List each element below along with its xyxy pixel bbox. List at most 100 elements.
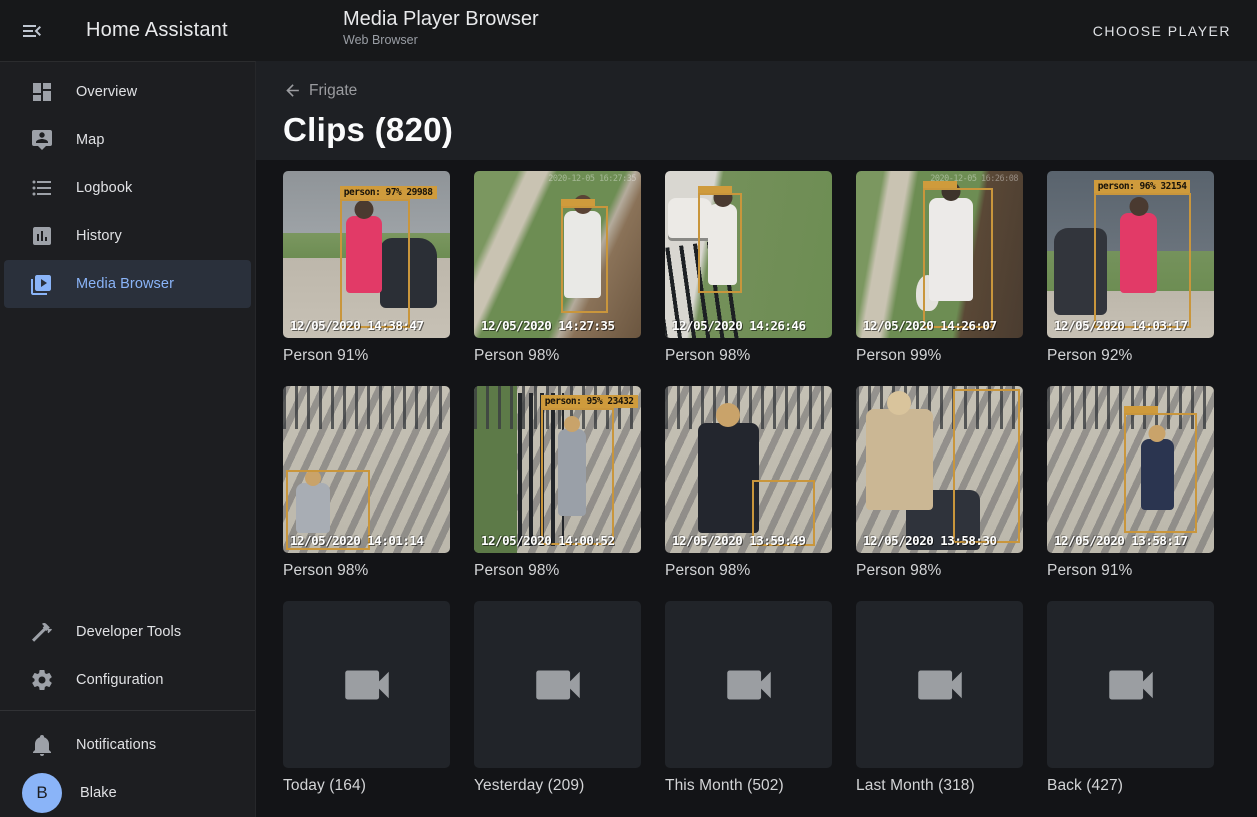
detection-tag: person: 96% 32154 bbox=[1094, 180, 1191, 193]
sidebar-item-label: Logbook bbox=[76, 180, 132, 196]
dashboard-icon bbox=[30, 80, 54, 104]
menu-open-icon[interactable] bbox=[8, 7, 56, 55]
sidebar-item-profile[interactable]: B Blake bbox=[4, 769, 251, 817]
page-title: Media Player Browser bbox=[343, 8, 539, 31]
clip-label: Person 91% bbox=[1047, 562, 1214, 580]
detection-bounding-box bbox=[1124, 413, 1197, 533]
folder-card-today-164-[interactable]: Today (164) bbox=[283, 601, 450, 795]
sidebar-item-label: Configuration bbox=[76, 672, 164, 688]
video-icon bbox=[1102, 656, 1160, 714]
clip-thumbnail: person: 96% 32154 12/05/2020 14:03:17 bbox=[1047, 171, 1214, 338]
sidebar-item-history[interactable]: History bbox=[4, 212, 251, 260]
sidebar-item-label: Map bbox=[76, 132, 105, 148]
clip-card[interactable]: 12/05/2020 13:59:49 Person 98% bbox=[665, 386, 832, 580]
clip-timestamp-overlay: 12/05/2020 14:38:47 bbox=[290, 318, 424, 333]
clip-thumbnail: 2020-12-05 16:27:35 12/05/2020 14:27:35 bbox=[474, 171, 641, 338]
home-assistant-app: Home Assistant Media Player Browser Web … bbox=[0, 0, 1257, 817]
clip-card[interactable]: 12/05/2020 14:26:46 Person 98% bbox=[665, 171, 832, 365]
scene-rail bbox=[283, 386, 450, 429]
clip-card[interactable]: 2020-12-05 16:27:35 12/05/2020 14:27:35 … bbox=[474, 171, 641, 365]
sidebar-item-label: Media Browser bbox=[76, 276, 174, 292]
detection-bounding-box bbox=[698, 193, 741, 293]
gear-icon bbox=[30, 668, 54, 692]
choose-player-button[interactable]: CHOOSE PLAYER bbox=[1085, 15, 1239, 47]
folder-card-this-month-502-[interactable]: This Month (502) bbox=[665, 601, 832, 795]
video-icon bbox=[911, 656, 969, 714]
folder-label: Back (427) bbox=[1047, 777, 1214, 795]
clip-card[interactable]: 12/05/2020 13:58:30 Person 98% bbox=[856, 386, 1023, 580]
clip-timestamp-overlay: 12/05/2020 14:26:46 bbox=[672, 318, 806, 333]
clip-card[interactable]: 12/05/2020 14:01:14 Person 98% bbox=[283, 386, 450, 580]
clip-label: Person 98% bbox=[856, 562, 1023, 580]
top-app-bar: Home Assistant Media Player Browser Web … bbox=[0, 0, 1257, 61]
person-silhouette bbox=[866, 409, 933, 509]
play-box-multiple-icon bbox=[30, 272, 54, 296]
chart-box-icon bbox=[30, 224, 54, 248]
folder-card-yesterday-209-[interactable]: Yesterday (209) bbox=[474, 601, 641, 795]
media-grid-area: person: 97% 29988 12/05/2020 14:38:47 Pe… bbox=[256, 160, 1257, 817]
clip-thumbnail: 2020-12-05 16:26:08 12/05/2020 14:26:07 bbox=[856, 171, 1023, 338]
sidebar-item-notifications[interactable]: Notifications bbox=[4, 721, 251, 769]
sidebar-item-configuration[interactable]: Configuration bbox=[4, 656, 251, 704]
sidebar-item-logbook[interactable]: Logbook bbox=[4, 164, 251, 212]
sidebar-item-label: Overview bbox=[76, 84, 137, 100]
video-icon bbox=[338, 656, 396, 714]
folder-label: This Month (502) bbox=[665, 777, 832, 795]
sidebar-item-developer-tools[interactable]: Developer Tools bbox=[4, 608, 251, 656]
clip-timestamp-overlay: 12/05/2020 13:58:17 bbox=[1054, 533, 1188, 548]
main-header: Frigate Clips (820) bbox=[256, 61, 1257, 160]
clip-card[interactable]: 2020-12-05 16:26:08 12/05/2020 14:26:07 … bbox=[856, 171, 1023, 365]
gear-icon bbox=[30, 668, 54, 692]
camera-osd-timestamp: 2020-12-05 16:27:35 bbox=[548, 174, 636, 184]
video-icon bbox=[529, 656, 587, 714]
folder-label: Today (164) bbox=[283, 777, 450, 795]
clip-card[interactable]: person: 97% 29988 12/05/2020 14:38:47 Pe… bbox=[283, 171, 450, 365]
detection-tag bbox=[561, 199, 595, 206]
detection-bounding-box bbox=[923, 188, 993, 328]
app-title: Home Assistant bbox=[86, 19, 228, 42]
clip-label: Person 98% bbox=[665, 562, 832, 580]
clip-timestamp-overlay: 12/05/2020 14:03:17 bbox=[1054, 318, 1188, 333]
sidebar-item-overview[interactable]: Overview bbox=[4, 68, 251, 116]
clip-timestamp-overlay: 12/05/2020 14:01:14 bbox=[290, 533, 424, 548]
main-panel: Frigate Clips (820) person: 97% 29988 12… bbox=[256, 61, 1257, 817]
clip-card[interactable]: person: 96% 32154 12/05/2020 14:03:17 Pe… bbox=[1047, 171, 1214, 365]
clip-thumbnail: 12/05/2020 13:59:49 bbox=[665, 386, 832, 553]
clip-label: Person 98% bbox=[283, 562, 450, 580]
clip-timestamp-overlay: 12/05/2020 14:00:52 bbox=[481, 533, 615, 548]
person-silhouette bbox=[698, 423, 758, 533]
breadcrumb-frigate[interactable]: Frigate bbox=[283, 79, 357, 102]
detection-tag: person: 95% 23432 bbox=[541, 395, 638, 408]
clip-label: Person 99% bbox=[856, 347, 1023, 365]
clip-label: Person 98% bbox=[474, 562, 641, 580]
list-bulleted-icon bbox=[30, 176, 54, 200]
chart-box-icon bbox=[30, 224, 54, 248]
clip-thumbnail: 12/05/2020 14:01:14 bbox=[283, 386, 450, 553]
arrow-left-icon bbox=[283, 81, 302, 100]
clip-card[interactable]: person: 95% 23432 12/05/2020 14:00:52 Pe… bbox=[474, 386, 641, 580]
sidebar-spacer bbox=[0, 308, 255, 608]
detection-bounding-box bbox=[953, 389, 1020, 543]
bell-icon bbox=[30, 733, 54, 757]
folder-thumbnail bbox=[665, 601, 832, 768]
page-subtitle: Web Browser bbox=[343, 33, 539, 47]
sidebar-item-label: Developer Tools bbox=[76, 624, 181, 640]
map-account-icon bbox=[30, 128, 54, 152]
sidebar-item-media-browser[interactable]: Media Browser bbox=[4, 260, 251, 308]
folder-thumbnail bbox=[474, 601, 641, 768]
detection-bounding-box: person: 96% 32154 bbox=[1094, 193, 1191, 328]
clip-timestamp-overlay: 12/05/2020 13:58:30 bbox=[863, 533, 997, 548]
sidebar-divider bbox=[0, 710, 255, 711]
sidebar-item-label: Notifications bbox=[76, 737, 156, 753]
detection-tag bbox=[698, 186, 732, 193]
folder-card-last-month-318-[interactable]: Last Month (318) bbox=[856, 601, 1023, 795]
folder-card-back-427-[interactable]: Back (427) bbox=[1047, 601, 1214, 795]
clip-card[interactable]: 12/05/2020 13:58:17 Person 91% bbox=[1047, 386, 1214, 580]
clip-thumbnail: person: 95% 23432 12/05/2020 14:00:52 bbox=[474, 386, 641, 553]
sidebar-item-map[interactable]: Map bbox=[4, 116, 251, 164]
clip-label: Person 98% bbox=[474, 347, 641, 365]
dashboard-icon bbox=[30, 80, 54, 104]
clip-timestamp-overlay: 12/05/2020 14:27:35 bbox=[481, 318, 615, 333]
hammer-icon bbox=[30, 620, 54, 644]
page-heading: Media Player Browser Web Browser bbox=[343, 8, 539, 47]
